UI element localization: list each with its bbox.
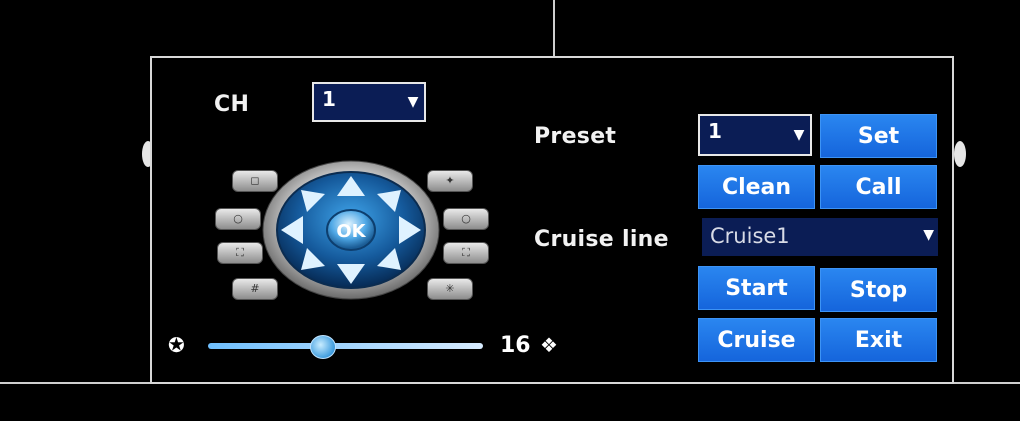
speed-value: 16 <box>500 333 531 358</box>
stop-button[interactable]: Stop <box>820 268 937 312</box>
chevron-down-icon: ▼ <box>923 227 934 243</box>
grid-divider-vertical <box>553 0 555 56</box>
walking-person-icon: ✪ <box>168 333 185 357</box>
ch-select[interactable]: 1 ▼ <box>312 82 426 122</box>
preset-select-value: 1 <box>708 119 722 143</box>
panel-right-knob <box>954 141 966 167</box>
running-person-icon: ❖ <box>540 333 558 357</box>
ch-select-value: 1 <box>322 87 336 111</box>
chevron-down-icon: ▼ <box>793 127 805 143</box>
ptz-direction-pad: ◻ ○ ⛶ # ✦ ○ ⛶ ✳ OK <box>215 160 489 300</box>
start-button[interactable]: Start <box>698 266 815 310</box>
speed-slider-track[interactable] <box>208 343 483 349</box>
cruise-line-label: Cruise line <box>534 227 669 252</box>
preset-select[interactable]: 1 ▼ <box>698 114 812 156</box>
call-button[interactable]: Call <box>820 165 937 209</box>
ok-label: OK <box>336 221 366 242</box>
chevron-down-icon: ▼ <box>407 94 419 110</box>
exit-button[interactable]: Exit <box>820 318 937 362</box>
clean-button[interactable]: Clean <box>698 165 815 209</box>
ch-label: CH <box>214 92 250 117</box>
cruise-button[interactable]: Cruise <box>698 318 815 362</box>
preset-label: Preset <box>534 124 617 149</box>
set-button[interactable]: Set <box>820 114 937 158</box>
cruise-line-select-value: Cruise1 <box>710 224 790 248</box>
cruise-line-select[interactable]: Cruise1 ▼ <box>702 218 938 256</box>
speed-slider-thumb[interactable] <box>310 335 336 359</box>
ptz-dial: OK <box>262 160 440 300</box>
